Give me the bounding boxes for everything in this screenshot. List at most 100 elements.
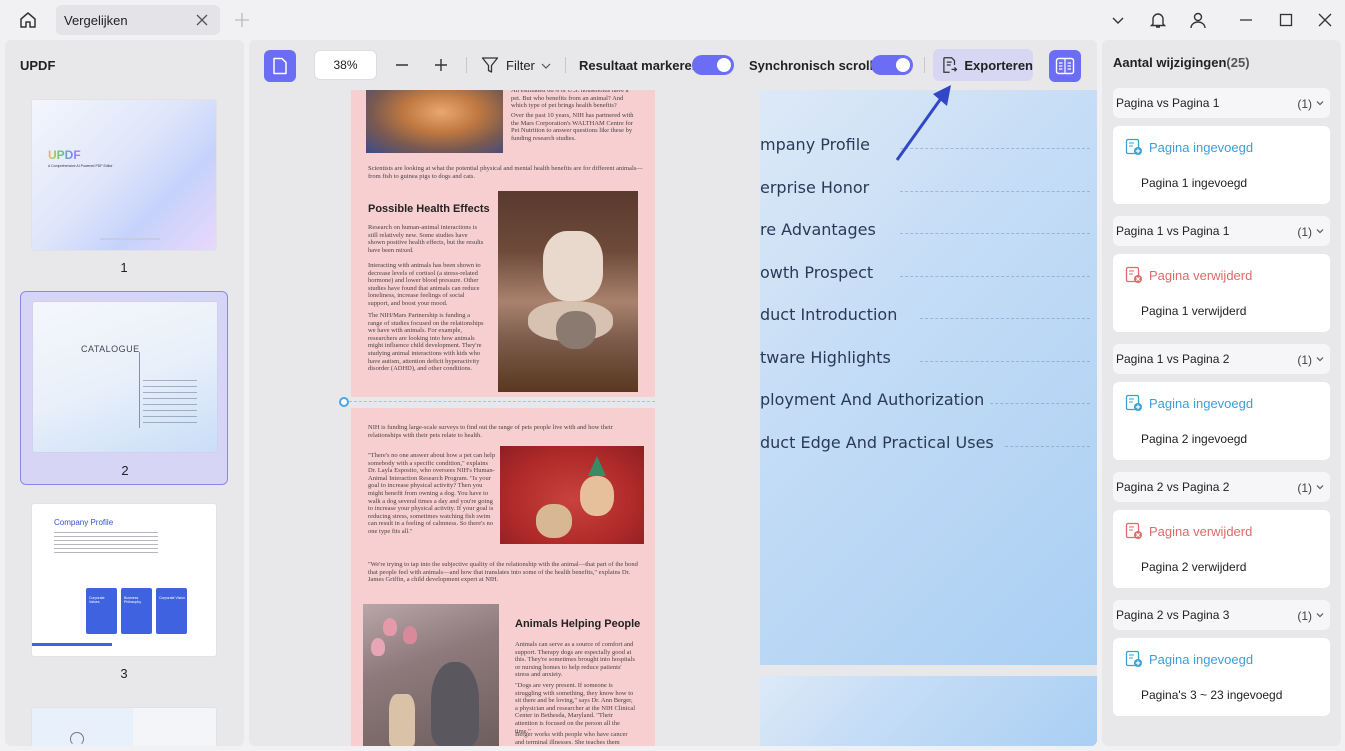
page-icon: [273, 57, 287, 75]
filter-dropdown[interactable]: Filter: [481, 54, 553, 76]
filter-label: Filter: [506, 58, 535, 73]
thumbnail-number: 2: [121, 463, 129, 478]
paragraph: Research on human-animal interactions is…: [368, 224, 484, 254]
home-icon: [20, 12, 36, 28]
group-label: Pagina vs Pagina 1: [1116, 96, 1220, 110]
zoom-out-button[interactable]: [391, 54, 413, 76]
page-added-icon: [1125, 650, 1142, 667]
right-document-page: mpany Profile erprise Honor re Advantage…: [760, 90, 1097, 665]
toc-item: tware Highlights: [760, 348, 891, 367]
thumbnail-image: CATALOGUE: [33, 302, 217, 452]
vase-shape: [389, 694, 415, 746]
toc-lines: [143, 380, 197, 428]
zoom-in-button[interactable]: [430, 54, 452, 76]
changes-count: (25): [1226, 55, 1250, 70]
change-type: Pagina verwijderd: [1149, 268, 1253, 283]
group-label: Pagina 2 vs Pagina 3: [1116, 608, 1230, 622]
export-label: Exporteren: [964, 57, 1033, 73]
paragraph: NIH is funding large-scale surveys to fi…: [368, 424, 613, 439]
thumbnail-page-1[interactable]: UPDF A Comprehensive AI Powered PDF Edit…: [20, 92, 228, 282]
intro-text-2: Over the past 10 years, NIH has partnere…: [511, 112, 634, 142]
close-icon: [1318, 13, 1332, 27]
chevron-down-icon: [1316, 357, 1324, 362]
export-button[interactable]: Exporteren: [933, 49, 1033, 81]
chevron-down-icon: [541, 63, 551, 69]
changes-title: Aantal wijzigingen(25): [1113, 55, 1250, 70]
change-group-header[interactable]: Pagina 1 vs Pagina 2 (1): [1113, 344, 1330, 374]
section-heading: Possible Health Effects: [368, 203, 490, 215]
chevron-down-icon: [1316, 613, 1324, 618]
highlight-results-label: Resultaat markeren: [579, 58, 700, 73]
tab-vergelijken[interactable]: Vergelijken: [56, 5, 220, 35]
minimize-button[interactable]: [1234, 8, 1258, 32]
chevron-down-icon: [1112, 17, 1124, 24]
maximize-button[interactable]: [1274, 8, 1298, 32]
change-detail: Pagina's 3 ~ 23 ingevoegd: [1141, 688, 1283, 702]
changes-title-label: Aantal wijzigingen: [1113, 55, 1227, 70]
home-button[interactable]: [12, 6, 44, 34]
card-corporate-values: Corporate Values: [86, 588, 117, 634]
card-business-philosophy: Business Philosophy: [121, 588, 152, 634]
change-item[interactable]: Pagina ingevoegd Pagina 2 ingevoegd: [1113, 382, 1330, 460]
close-tab-icon[interactable]: [194, 12, 210, 28]
highlight-results-toggle[interactable]: [692, 55, 734, 75]
group-label: Pagina 1 vs Pagina 2: [1116, 352, 1230, 366]
dropdown-button[interactable]: [1106, 8, 1130, 32]
thumbnail-subtitle: A Comprehensive AI Powered PDF Editor: [48, 164, 113, 168]
zoom-input[interactable]: 38%: [314, 50, 377, 80]
toc-leader: [920, 361, 1090, 362]
thumbnail-page-3[interactable]: Company Profile Corporate Values Busines…: [20, 496, 228, 686]
change-item[interactable]: Pagina verwijderd Pagina 1 verwijderd: [1113, 254, 1330, 332]
change-detail: Pagina 2 ingevoegd: [1141, 432, 1248, 446]
change-group-header[interactable]: Pagina vs Pagina 1 (1): [1113, 88, 1330, 118]
add-tab-icon[interactable]: [232, 10, 252, 30]
toc-item: owth Prospect: [760, 263, 874, 282]
paragraph: Berger works with people who have cancer…: [515, 731, 628, 746]
change-group-header[interactable]: Pagina 1 vs Pagina 1 (1): [1113, 216, 1330, 246]
notifications-button[interactable]: [1146, 8, 1170, 32]
thumbnail-page-4[interactable]: [20, 700, 228, 746]
thumbnail-logo: UPDF: [48, 148, 81, 162]
thumbnail-number: 1: [120, 260, 128, 275]
close-window-button[interactable]: [1313, 8, 1337, 32]
tulip-shape: [371, 638, 385, 656]
single-page-view-button[interactable]: [264, 50, 296, 82]
page-removed-icon: [1125, 266, 1142, 283]
side-by-side-view-button[interactable]: [1049, 50, 1081, 82]
toc-leader: [900, 233, 1090, 234]
change-type: Pagina verwijderd: [1149, 524, 1253, 539]
change-item[interactable]: Pagina verwijderd Pagina 2 verwijderd: [1113, 510, 1330, 588]
account-button[interactable]: [1186, 8, 1210, 32]
change-type: Pagina ingevoegd: [1149, 140, 1254, 155]
group-count: (1): [1297, 481, 1312, 495]
thumbnail-panel: UPDF UPDF A Comprehensive AI Powered PDF…: [5, 40, 244, 746]
sync-scroll-toggle[interactable]: [871, 55, 913, 75]
intro-text: An estimated 68% of U.S. households have…: [511, 90, 629, 110]
cat-shape: [556, 311, 596, 349]
change-group-header[interactable]: Pagina 2 vs Pagina 3 (1): [1113, 600, 1330, 630]
chevron-down-icon: [1316, 101, 1324, 106]
paragraph: "Dogs are very present. If someone is st…: [515, 682, 636, 735]
plus-icon: [435, 59, 447, 71]
change-item[interactable]: Pagina ingevoegd Pagina 1 ingevoegd: [1113, 126, 1330, 204]
change-item[interactable]: Pagina ingevoegd Pagina's 3 ~ 23 ingevoeg…: [1113, 638, 1330, 716]
footer-line: [100, 238, 160, 240]
paragraph: The NIH/Mars Partnership is funding a ra…: [368, 312, 484, 373]
group-label: Pagina 1 vs Pagina 1: [1116, 224, 1230, 238]
card-corporate-vision: Corporate Vision: [156, 588, 187, 634]
group-count: (1): [1297, 609, 1312, 623]
divider-line: [139, 352, 140, 428]
change-group-header[interactable]: Pagina 2 vs Pagina 2 (1): [1113, 472, 1330, 502]
thumbnail-heading: CATALOGUE: [81, 344, 140, 354]
paragraph: "There's no one answer about how a pet c…: [368, 452, 496, 535]
change-type: Pagina ingevoegd: [1149, 652, 1254, 667]
maximize-icon: [1279, 13, 1293, 27]
minus-icon: [396, 64, 408, 66]
page-added-icon: [1125, 394, 1142, 411]
thumbnail-page-2[interactable]: CATALOGUE 2: [20, 291, 228, 485]
party-hat-shape: [588, 456, 606, 476]
bell-icon: [1149, 13, 1167, 28]
text-lines: [54, 532, 158, 556]
left-document-page-2: NIH is funding large-scale surveys to fi…: [351, 408, 655, 746]
toolbar: 38% Filter Resultaat markeren Synchronis…: [249, 40, 1097, 90]
